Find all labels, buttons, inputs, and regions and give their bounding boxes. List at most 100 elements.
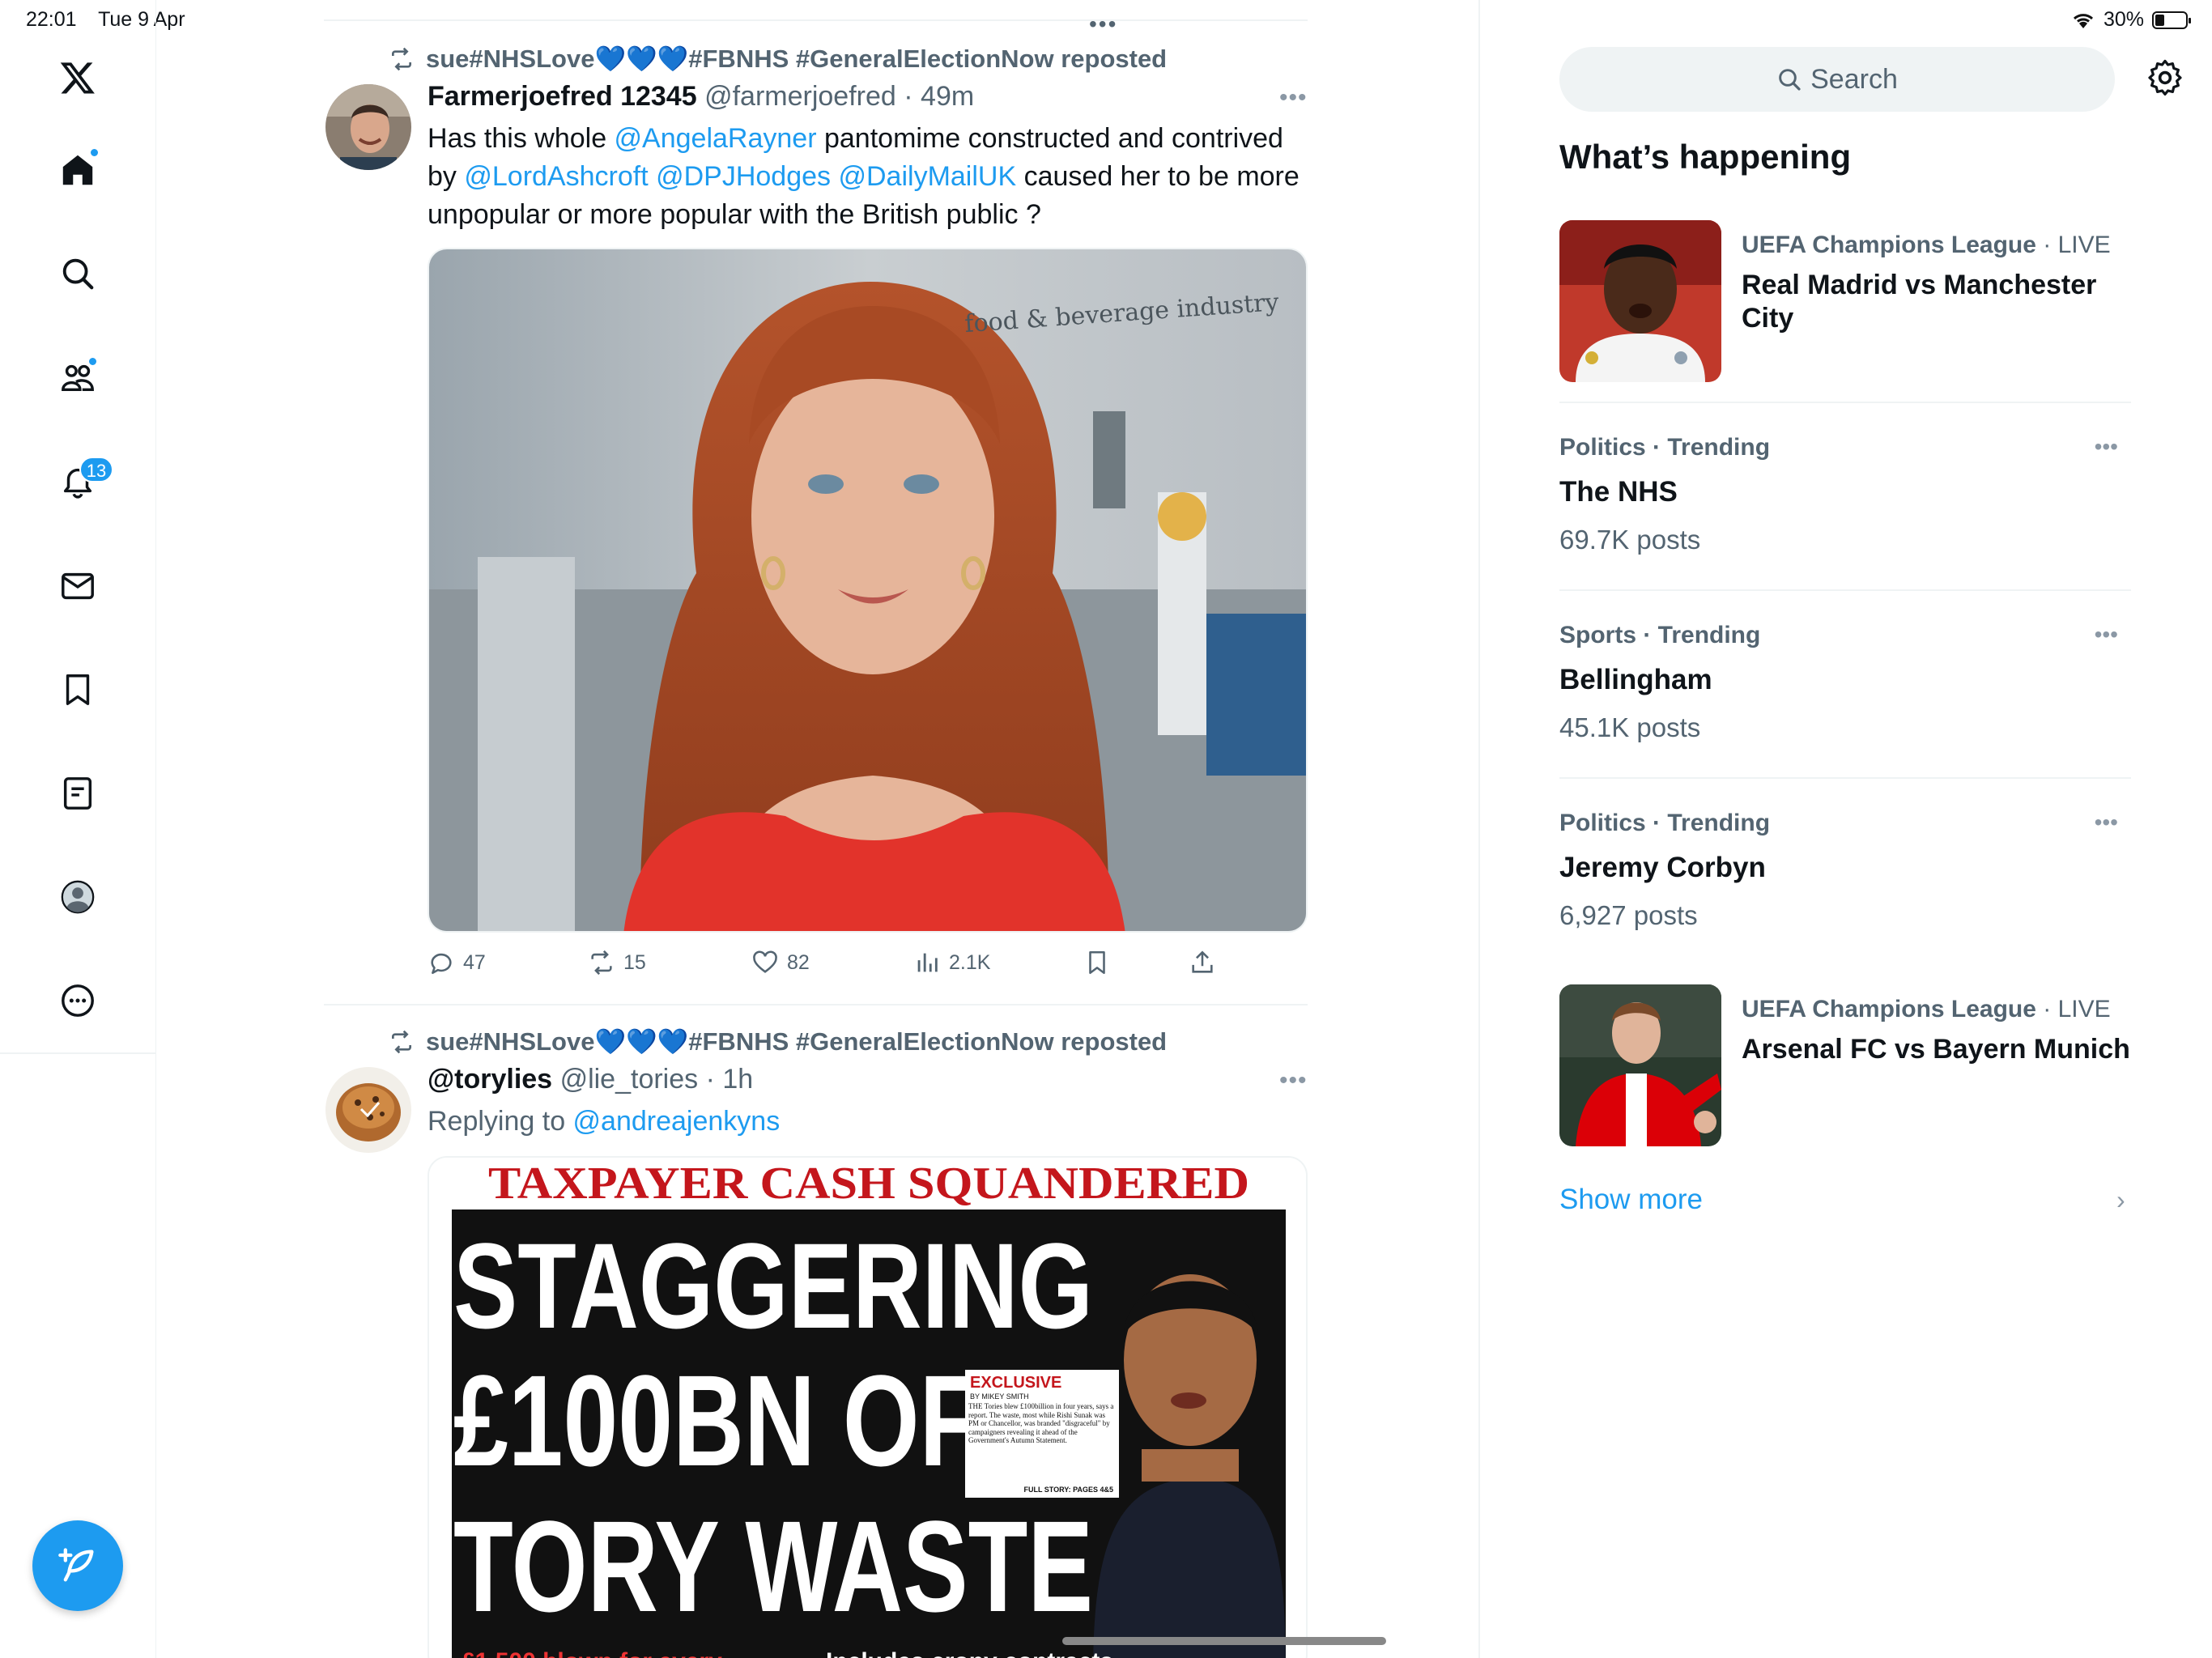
lists-icon[interactable] [53, 769, 102, 818]
settings-gear-icon[interactable] [2146, 58, 2184, 97]
article-body: THE Tories blew £100billion in four year… [968, 1402, 1114, 1444]
search-input[interactable]: Search [1559, 47, 2115, 112]
display-name[interactable]: Farmerjoefred 12345 [428, 81, 697, 112]
timeline-feed[interactable]: ••• sue#NHSLove💙💙💙#FBNHS #GeneralElectio… [324, 0, 1308, 1658]
exclusive-label: EXCLUSIVE [970, 1374, 1061, 1392]
headline-line-2: £100BN OF [453, 1348, 980, 1493]
newspaper-kicker: TAXPAYER CASH SQUANDERED [488, 1158, 1249, 1209]
trend-more-icon[interactable]: ••• [2095, 810, 2118, 835]
search-icon[interactable] [53, 249, 102, 298]
mention-link[interactable]: @DPJHodges [656, 161, 831, 192]
avatar-farmerjoefred[interactable] [325, 84, 411, 170]
communities-icon[interactable] [53, 353, 102, 402]
show-more-link[interactable]: Show more [1559, 1184, 1703, 1216]
replying-to-link[interactable]: @andreajenkyns [573, 1106, 781, 1137]
trend-category: Politics · Trending [1559, 810, 1771, 836]
repost-by-label[interactable]: sue#NHSLove💙💙💙#FBNHS #GeneralElectionNow… [426, 1027, 1167, 1056]
trend-post-count: 69.7K posts [1559, 525, 1701, 555]
right-sidebar: Search What’s happening UEFA Champions L… [1478, 0, 2212, 1658]
tweet-media-image[interactable]: food & beverage industry [428, 248, 1308, 933]
reply-button[interactable]: 47 [428, 949, 486, 976]
communities-unread-dot [87, 356, 98, 367]
trend-more-icon[interactable]: ••• [2095, 434, 2118, 460]
newspaper-bullet-left: £1,500 blown for every [462, 1648, 722, 1658]
mention-link[interactable]: @LordAshcroft [464, 161, 648, 192]
repost-icon [591, 950, 612, 976]
like-button[interactable]: 82 [751, 949, 810, 976]
trend-title: Jeremy Corbyn [1559, 852, 1766, 883]
avatar-torylies[interactable] [325, 1067, 411, 1153]
trend-category: Sports · Trending [1559, 622, 1761, 648]
full-story-ref: FULL STORY: PAGES 4&5 [1023, 1486, 1113, 1494]
bookmarks-icon[interactable] [53, 665, 102, 714]
trend-card-league: UEFA Champions League [1742, 996, 2036, 1022]
post-time[interactable]: · 1h [706, 1064, 754, 1095]
search-icon [1779, 69, 1801, 91]
reply-count: 47 [463, 950, 486, 974]
trend-post-count: 6,927 posts [1559, 900, 1698, 930]
user-handle[interactable]: @lie_tories [560, 1064, 699, 1095]
messages-envelope-icon[interactable] [53, 562, 102, 610]
bookmark-icon [1089, 950, 1105, 975]
display-name[interactable]: @torylies [428, 1064, 552, 1095]
compose-post-button[interactable] [32, 1520, 123, 1611]
whats-happening-title: What’s happening [1559, 138, 1852, 176]
tweet-more-icon[interactable]: ••• [1279, 1067, 1308, 1095]
trend-card-category: UEFA Champions League · LIVE [1742, 996, 2111, 1023]
trend-card-category: UEFA Champions League · LIVE [1742, 232, 2111, 259]
headline-line-3: TORY WASTE [453, 1494, 1093, 1639]
share-button[interactable] [1189, 949, 1216, 976]
repost-button[interactable]: 15 [588, 949, 646, 976]
trend-card-live: · LIVE [2043, 232, 2111, 258]
tweet-divider [324, 1004, 1308, 1005]
post-time[interactable]: · 49m [904, 81, 974, 112]
trend-card-live: · LIVE [2043, 996, 2111, 1022]
tweet-media-image[interactable]: TAXPAYER CASH SQUANDERED STAGGERING £100… [428, 1156, 1308, 1658]
home-indicator-bar[interactable] [1062, 1637, 1386, 1645]
x-logo-icon[interactable] [53, 53, 102, 102]
repost-by-label[interactable]: sue#NHSLove💙💙💙#FBNHS #GeneralElectionNow… [426, 44, 1167, 74]
mention-link[interactable]: @DailyMailUK [838, 161, 1016, 192]
trend-card-league: UEFA Champions League [1742, 232, 2036, 258]
multitask-grabber[interactable]: ••• [1089, 11, 1117, 37]
home-icon[interactable] [53, 146, 102, 194]
trend-item-jeremy-corbyn[interactable]: Politics · Trending Jeremy Corbyn 6,927 … [1559, 810, 2131, 931]
repost-icon [392, 1030, 411, 1053]
user-handle[interactable]: @farmerjoefred [704, 81, 896, 112]
bookmark-button[interactable] [1083, 949, 1111, 976]
trend-card-headline: Arsenal FC vs Bayern Munich [1742, 1034, 2130, 1065]
chevron-right-icon[interactable]: › [2116, 1185, 2125, 1215]
text-segment [649, 161, 656, 192]
trend-category: Politics · Trending [1559, 434, 1771, 461]
trend-title: Bellingham [1559, 664, 1712, 695]
like-count: 82 [787, 950, 810, 974]
view-count: 2.1K [949, 950, 991, 974]
tweet-header: @torylies @lie_tories · 1h [428, 1064, 753, 1095]
tweet-text: Has this whole @AngelaRayner pantomime c… [428, 120, 1310, 234]
repost-indicator: sue#NHSLove💙💙💙#FBNHS #GeneralElectionNow… [389, 44, 1167, 74]
notifications-badge: 13 [79, 457, 113, 483]
feed-top-divider [324, 19, 1308, 21]
views-button[interactable]: 2.1K [913, 949, 990, 976]
home-unread-dot [89, 147, 100, 158]
mention-link[interactable]: @AngelaRayner [615, 123, 817, 154]
trend-thumbnail [1559, 984, 1721, 1146]
trend-item-bellingham[interactable]: Sports · Trending Bellingham 45.1K posts… [1559, 622, 2131, 743]
trend-divider [1559, 402, 2131, 403]
tweet-more-icon[interactable]: ••• [1279, 84, 1308, 112]
more-options-icon[interactable] [53, 976, 102, 1025]
repost-count: 15 [623, 950, 646, 974]
byline: BY MIKEY SMITH [970, 1392, 1029, 1401]
trend-more-icon[interactable]: ••• [2095, 622, 2118, 648]
trend-card-real-madrid[interactable]: UEFA Champions League · LIVE Real Madrid… [1559, 220, 2131, 382]
text-segment: Has this whole [428, 123, 615, 154]
trend-item-the-nhs[interactable]: Politics · Trending The NHS 69.7K posts … [1559, 434, 2131, 555]
profile-avatar-icon[interactable] [53, 873, 102, 921]
repost-indicator: sue#NHSLove💙💙💙#FBNHS #GeneralElectionNow… [389, 1027, 1167, 1056]
trend-divider [1559, 777, 2131, 779]
trend-card-arsenal[interactable]: UEFA Champions League · LIVE Arsenal FC … [1559, 984, 2131, 1146]
tweet-action-bar: 47 15 82 2.1K [428, 949, 1237, 981]
trend-thumbnail [1559, 220, 1721, 382]
trend-post-count: 45.1K posts [1559, 712, 1701, 742]
trend-card-headline: Real Madrid vs Manchester City [1742, 270, 2097, 334]
